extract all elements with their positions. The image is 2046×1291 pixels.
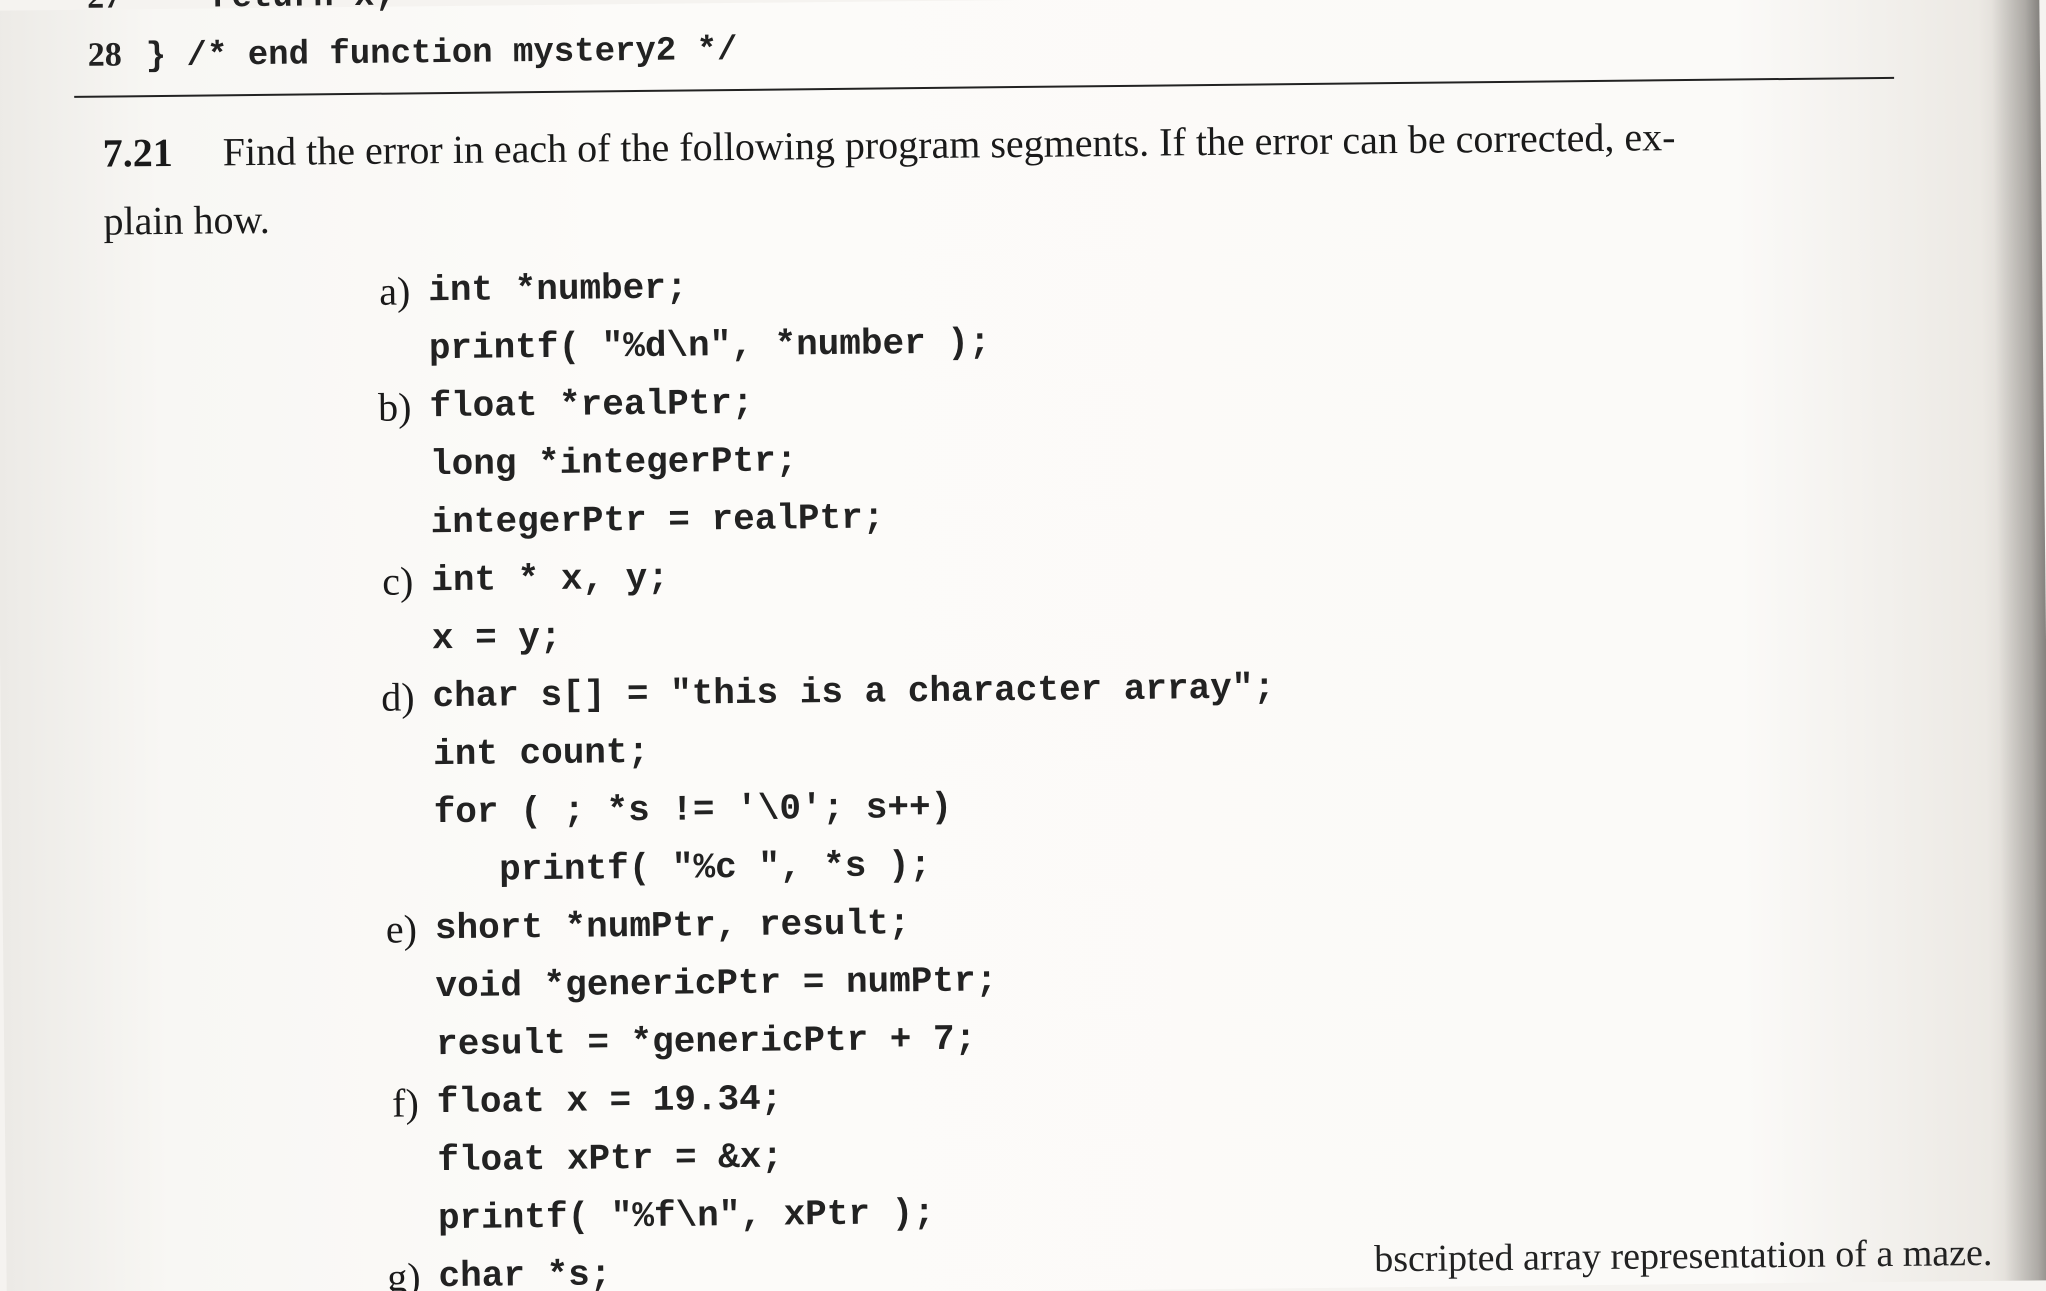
item-c: c) int * x, y; x = y; <box>79 536 1960 672</box>
code-g-l1: char *s; <box>438 1254 611 1291</box>
code-e-l2: void *genericPtr = numPtr; <box>435 960 997 1007</box>
question-text-1: Find the error in each of the following … <box>223 114 1676 174</box>
code-f-l2: float xPtr = &x; <box>437 1137 783 1182</box>
item-label-d: d) <box>360 668 415 727</box>
item-label-g: g) <box>366 1248 421 1291</box>
line-number-28: 28 <box>73 27 122 83</box>
code-c: int * x, y; x = y; <box>431 550 670 668</box>
code-b: float *realPtr; long *integerPtr; intege… <box>429 373 884 552</box>
item-label-e: e) <box>363 900 418 959</box>
code-d-l2: int count; <box>433 732 649 775</box>
code-text-27: return x; <box>211 0 395 17</box>
item-a: a) int *number; printf( "%d\n", *number … <box>76 246 1957 382</box>
code-d-l4: printf( "%c ", *s ); <box>434 845 931 891</box>
code-b-l2: long *integerPtr; <box>430 440 798 485</box>
item-f: f) float x = 19.34; float xPtr = &x; pri… <box>84 1058 1966 1252</box>
item-label-a: a) <box>356 262 411 321</box>
item-b: b) float *realPtr; long *integerPtr; int… <box>77 362 1959 556</box>
items-list: a) int *number; printf( "%d\n", *number … <box>76 246 1967 1291</box>
top-code-block: 27 return x; 28 } /* end function mystery2… <box>73 0 1954 86</box>
code-text-28: } /* end function mystery2 */ <box>146 32 738 76</box>
page-content: 27 return x; 28 } /* end function mystery2… <box>73 0 1968 1291</box>
page-edge-shadow <box>1991 0 2046 1281</box>
code-f: float x = 19.34; float xPtr = &x; printf… <box>436 1069 935 1248</box>
question-number: 7.21 <box>102 118 223 187</box>
item-d: d) char s[] = "this is a character array… <box>80 652 1962 904</box>
bottom-cutoff-text: bscripted array representation of a maze… <box>1374 1231 1993 1281</box>
code-e-l3: result = *genericPtr + 7; <box>436 1019 976 1066</box>
item-label-b: b) <box>357 378 412 437</box>
code-b-l1: float *realPtr; <box>429 383 753 427</box>
code-d-l1: char s[] = "this is a character array"; <box>432 667 1275 717</box>
code-e-l1: short *numPtr, result; <box>435 903 911 949</box>
item-label-f: f) <box>364 1074 419 1133</box>
code-b-l3: integerPtr = realPtr; <box>430 497 884 543</box>
code-f-l3: printf( "%f\n", xPtr ); <box>438 1193 935 1239</box>
item-label-c: c) <box>359 552 414 611</box>
code-g: char *s; printf( "%s\n", s ); <box>438 1244 871 1291</box>
code-f-l1: float x = 19.34; <box>437 1079 783 1124</box>
code-d-l3: for ( ; *s != '\0'; s++) <box>434 787 953 833</box>
code-c-l1: int * x, y; <box>431 558 669 601</box>
scanned-page: 27 return x; 28 } /* end function mystery2… <box>0 0 2046 1291</box>
code-a-l1: int *number; <box>428 267 688 311</box>
item-e: e) short *numPtr, result; void *genericP… <box>83 884 1965 1078</box>
code-e: short *numPtr, result; void *genericPtr … <box>435 894 998 1074</box>
code-d: char s[] = "this is a character array"; … <box>432 659 1277 900</box>
code-a: int *number; printf( "%d\n", *number ); <box>428 256 991 378</box>
code-a-l2: printf( "%d\n", *number ); <box>429 322 991 369</box>
question-block: 7.21Find the error in each of the follow… <box>102 101 1885 256</box>
line-number-27: 27 <box>73 0 122 26</box>
code-c-l2: x = y; <box>432 617 562 659</box>
